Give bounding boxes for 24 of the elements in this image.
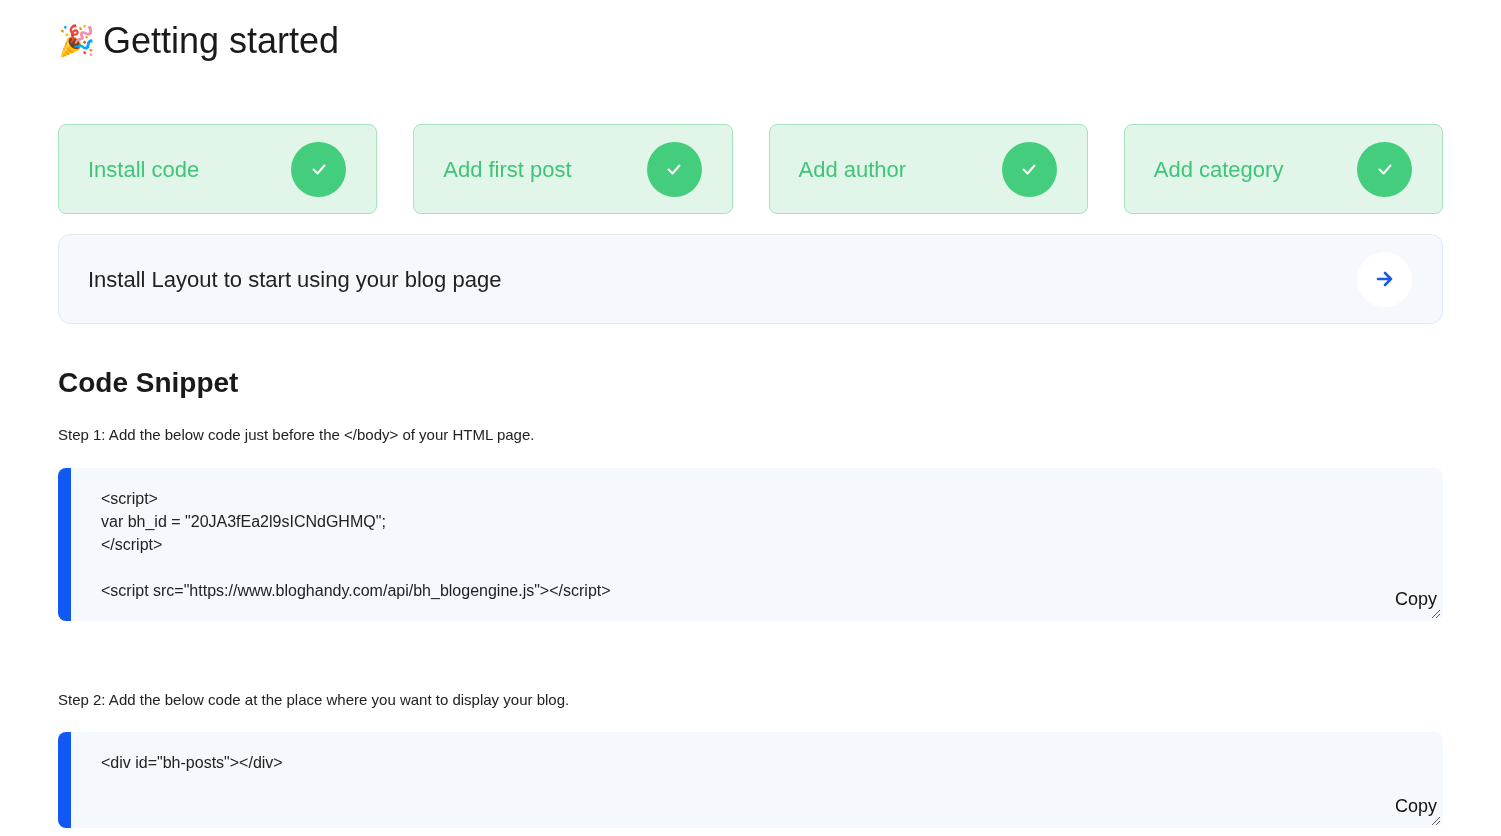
party-popper-icon: 🎉 xyxy=(58,26,95,56)
install-layout-banner[interactable]: Install Layout to start using your blog page xyxy=(58,234,1443,324)
checkmark-icon xyxy=(311,163,326,175)
checkmark-icon xyxy=(667,163,681,175)
code-box[interactable]: <script> var bh_id = "20JA3fEa2l9sICNdGHMQ"; </script> <script src="https://www.bloghandy.com/api/bh_blogengine.js"></script> Copy xyxy=(58,467,1443,621)
step-instruction: Step 2: Add the below code at the place where you want to display your blog. xyxy=(58,689,571,710)
step-label: Add author xyxy=(798,155,907,184)
resize-handle-icon[interactable] xyxy=(1431,608,1441,619)
section-title: Code Snippet xyxy=(58,366,240,400)
checkmark-icon xyxy=(1377,163,1392,175)
code-text: <script> var bh_id = "20JA3fEa2l9sICNdGHMQ"; </script> <script src="https://www.bloghandy.com/api/bh_blogengine.js"></script> xyxy=(101,488,611,601)
code-box[interactable]: <div id="bh-posts"></div> Copy xyxy=(58,732,1443,828)
banner-text: Install Layout to start using your blog page xyxy=(88,265,502,294)
step-label: Add category xyxy=(1153,155,1284,184)
copy-button[interactable]: Copy xyxy=(1394,585,1437,613)
step-label: Install code xyxy=(88,155,200,184)
copy-button[interactable]: Copy xyxy=(1394,793,1437,820)
step-instruction: Step 1: Add the below code just before the </body> of your HTML page. xyxy=(58,425,536,445)
resize-handle-icon[interactable] xyxy=(1431,816,1441,826)
step-label: Add first post xyxy=(443,155,572,184)
arrow-right-icon xyxy=(1375,271,1394,287)
code-text: <div id="bh-posts"></div> xyxy=(101,753,283,773)
page-title: Getting started xyxy=(103,19,340,63)
checkmark-icon xyxy=(1022,163,1037,175)
